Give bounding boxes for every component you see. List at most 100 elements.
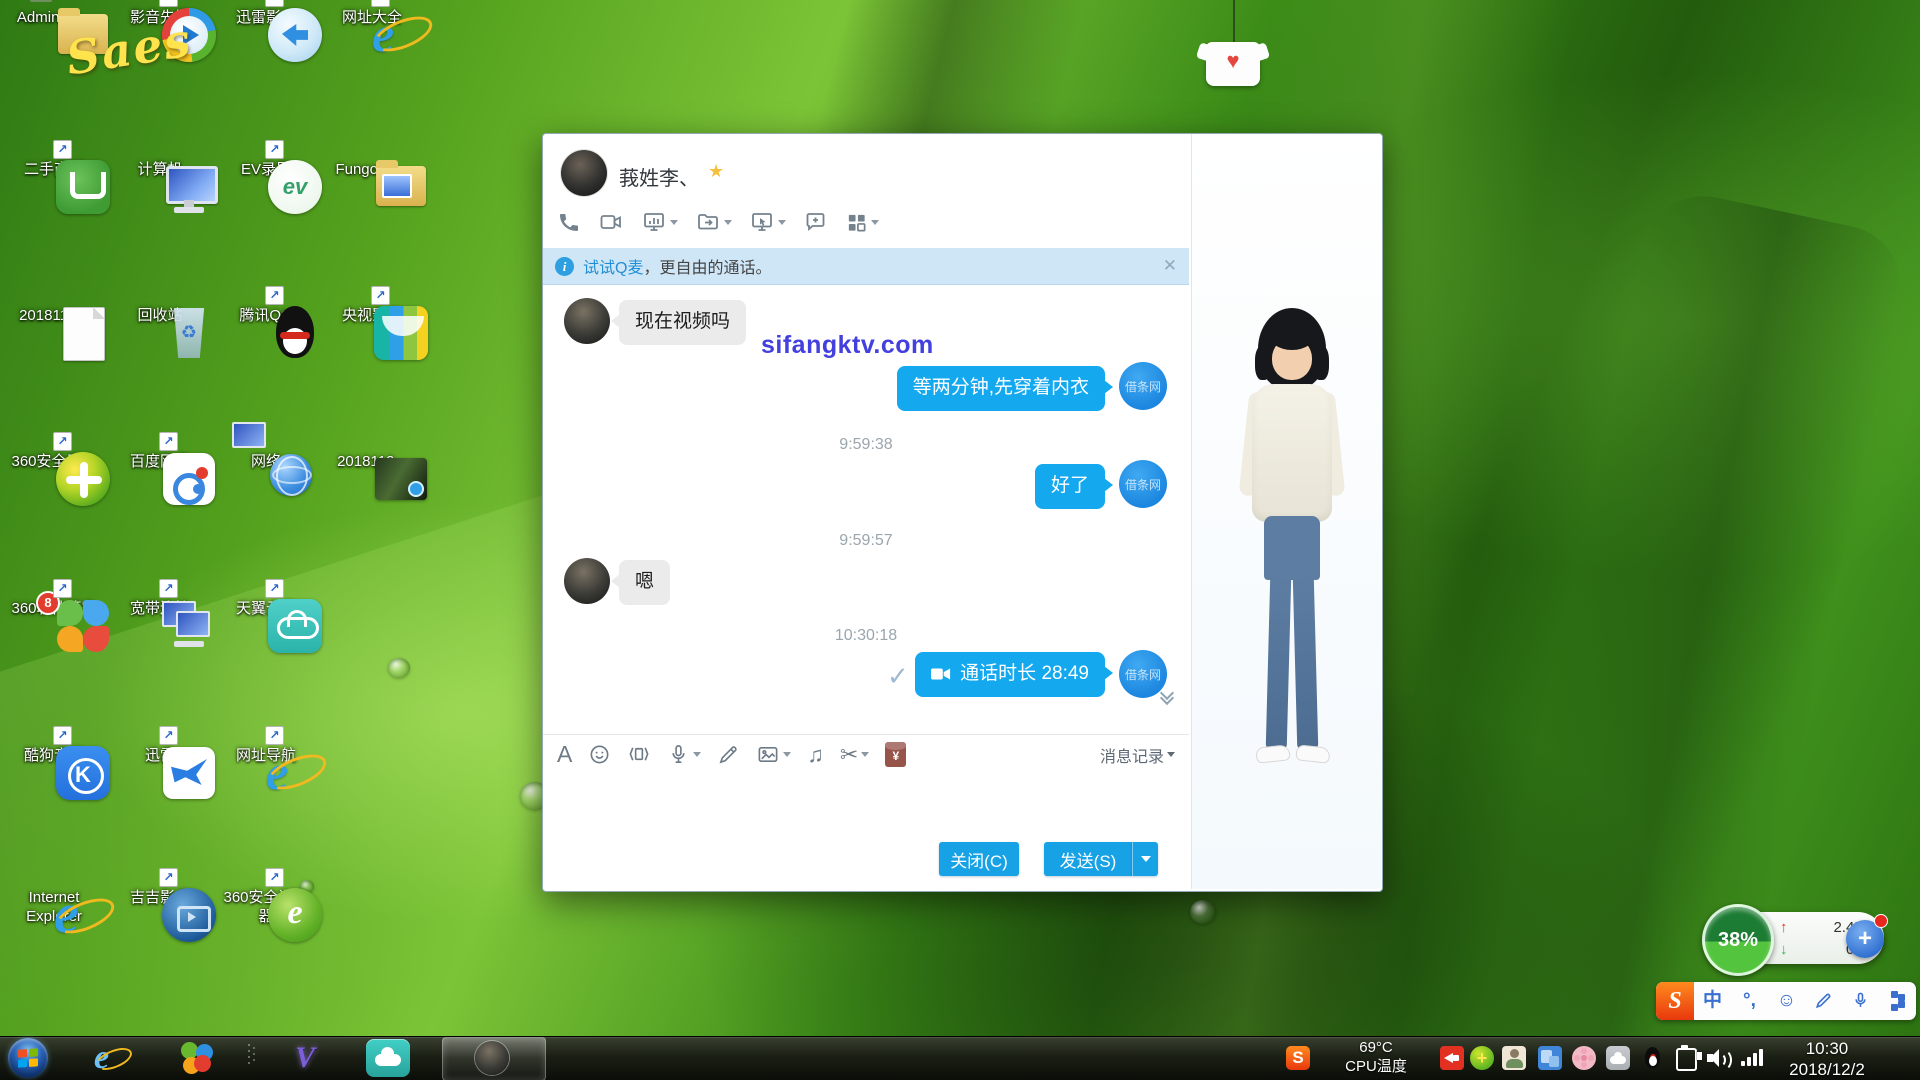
desktop-icon-broadband-connection[interactable]: ↗ 宽带连接 bbox=[110, 597, 210, 619]
camera-icon bbox=[931, 666, 951, 682]
site-watermark: sifangktv.com bbox=[761, 331, 934, 360]
desktop-icon-wangzhidaquan[interactable]: e↗ 网址大全 bbox=[322, 6, 422, 28]
heart-icon: ♥ bbox=[1206, 50, 1260, 72]
apps-grid-button[interactable] bbox=[845, 211, 879, 234]
ime-emoji-button[interactable]: ☺ bbox=[1768, 982, 1805, 1020]
tray-cloud-icon[interactable] bbox=[1606, 1046, 1630, 1070]
font-button[interactable]: A bbox=[557, 741, 572, 768]
send-button[interactable]: 发送(S) bbox=[1044, 842, 1132, 876]
screen-demo-button[interactable] bbox=[641, 210, 678, 234]
ime-punctuation-toggle[interactable]: °, bbox=[1731, 982, 1768, 1020]
peer-avatar[interactable] bbox=[564, 558, 610, 604]
handwriting-button[interactable] bbox=[717, 743, 740, 766]
remote-desktop-button[interactable] bbox=[749, 210, 786, 234]
desktop-icon-xunlei-yingyin[interactable]: ↗ 迅雷影音 bbox=[216, 6, 316, 28]
screenshot-button[interactable]: ✂ bbox=[840, 742, 869, 768]
desktop-icon-wangzhidaohang[interactable]: e↗ 网址导航 bbox=[216, 744, 316, 766]
contact-avatar[interactable] bbox=[561, 150, 607, 196]
vip-star-icon: ★ bbox=[708, 161, 724, 182]
desktop-icon-360-software-manager[interactable]: 8 ↗ 360软件管家 bbox=[4, 597, 104, 619]
taskbar-ie-button[interactable]: e bbox=[94, 1040, 132, 1076]
self-avatar[interactable]: 借条网 bbox=[1119, 460, 1167, 508]
taskbar-active-chat-button[interactable] bbox=[442, 1037, 546, 1080]
taskbar-sogou-browser-button[interactable] bbox=[178, 1040, 216, 1076]
dropdown-caret-icon bbox=[670, 220, 678, 225]
taskbar-tianyi-cloud-button[interactable] bbox=[366, 1039, 410, 1077]
send-file-button[interactable] bbox=[695, 210, 732, 234]
qmic-link[interactable]: 试试Q麦 bbox=[583, 254, 643, 278]
qq-show-panel bbox=[1191, 134, 1381, 889]
voice-message-button[interactable] bbox=[667, 743, 701, 766]
up-arrow-icon: ↑ bbox=[1780, 919, 1788, 936]
image-button[interactable] bbox=[756, 743, 791, 766]
window-shake-button[interactable] bbox=[627, 743, 651, 766]
sogou-logo[interactable]: S bbox=[1656, 982, 1694, 1020]
desktop-icon-jiji-player[interactable]: ↗ 吉吉影音 bbox=[110, 886, 210, 908]
ime-language-toggle[interactable]: 中 bbox=[1694, 982, 1731, 1020]
voice-call-button[interactable] bbox=[557, 210, 581, 234]
desktop-icon-kugou-music[interactable]: ↗ 酷狗音乐 bbox=[4, 744, 104, 766]
message-history-button[interactable]: 消息记录 bbox=[1100, 743, 1175, 767]
close-chat-button[interactable]: 关闭(C) bbox=[939, 842, 1019, 876]
self-avatar[interactable]: 借条网 bbox=[1119, 650, 1167, 698]
tray-removable-device-icon[interactable] bbox=[1676, 1048, 1697, 1071]
video-call-button[interactable] bbox=[598, 210, 624, 234]
message-bubble: 现在视频吗 bbox=[619, 300, 746, 345]
desktop-icon-cctv-video[interactable]: ↗ 央视影音 bbox=[322, 304, 422, 326]
desktop-icon-tianyi-cloud[interactable]: ↗ 天翼云盘 bbox=[216, 597, 316, 619]
down-arrow-icon: ↓ bbox=[1780, 941, 1788, 958]
notice-close-icon[interactable]: ✕ bbox=[1163, 256, 1177, 276]
create-group-button[interactable] bbox=[803, 210, 828, 234]
music-button[interactable]: ♫ bbox=[807, 742, 824, 768]
desktop: ♥ Administr... ↗ 影音先锋 ↗ 迅雷影音 e↗ 网址大全 ↗ 二… bbox=[0, 0, 1920, 1080]
desktop-icon-fungolive[interactable]: FungoLiv... bbox=[322, 158, 422, 180]
desktop-icon-internet-explorer[interactable]: e Internet Explorer bbox=[4, 886, 104, 927]
desktop-icon-ershoushangcheng[interactable]: ↗ 二手商城 bbox=[4, 158, 104, 180]
sogou-ime-bar: S 中 °, ☺ bbox=[1656, 982, 1916, 1020]
red-packet-button[interactable] bbox=[885, 742, 906, 767]
tray-blue-app-icon[interactable] bbox=[1538, 1046, 1562, 1070]
scroll-to-bottom-icon[interactable] bbox=[1161, 688, 1177, 704]
qmic-notice-bar: i 试试Q麦 ，更自由的通话。 ✕ bbox=[543, 248, 1189, 285]
ime-voice-button[interactable] bbox=[1842, 982, 1879, 1020]
desktop-icon-360-browser[interactable]: ↗ 360安全浏览器 bbox=[216, 886, 316, 927]
taskbar-clock[interactable]: 10:30 2018/12/2 bbox=[1762, 1038, 1892, 1080]
self-avatar[interactable]: 借条网 bbox=[1119, 362, 1167, 410]
desktop-icon-administrator[interactable]: Administr... bbox=[4, 6, 104, 28]
desktop-icon-tencent-qq[interactable]: ↗ 腾讯QQ bbox=[216, 304, 316, 326]
input-toolbar: A ♫ ✂ 消息记录 bbox=[543, 734, 1189, 774]
tray-flower-icon[interactable] bbox=[1572, 1046, 1596, 1070]
peer-avatar[interactable] bbox=[564, 298, 610, 344]
desktop-icon-video-2018112[interactable]: 2018112... bbox=[322, 450, 422, 472]
message-bubble: 好了 bbox=[1035, 464, 1105, 509]
desktop-icon-baidu-netdisk[interactable]: ↗ 百度网盘 bbox=[110, 450, 210, 472]
doll-shoe bbox=[1295, 744, 1330, 763]
desktop-icon-document-2018112[interactable]: 2018112... bbox=[4, 304, 104, 326]
tray-user-icon[interactable] bbox=[1502, 1046, 1526, 1070]
desktop-icon-ev-recorder[interactable]: ↗ EV录屏 bbox=[216, 158, 316, 180]
timestamp: 9:59:38 bbox=[543, 436, 1189, 454]
send-options-dropdown[interactable] bbox=[1132, 842, 1158, 876]
tray-volume-icon[interactable] bbox=[1706, 1046, 1732, 1070]
tray-qq-icon[interactable] bbox=[1640, 1046, 1664, 1070]
ime-handwriting-button[interactable] bbox=[1805, 982, 1842, 1020]
desktop-icon-recycle-bin[interactable]: 回收站 bbox=[110, 304, 210, 326]
desktop-icon-computer[interactable]: 计算机 bbox=[110, 158, 210, 180]
timestamp: 10:30:18 bbox=[543, 627, 1189, 645]
tray-announcement-icon[interactable] bbox=[1440, 1046, 1464, 1070]
chat-avatar-icon bbox=[475, 1041, 509, 1075]
tray-sogou-icon[interactable]: S bbox=[1286, 1046, 1310, 1070]
call-record-bubble[interactable]: 通话时长 28:49 bbox=[915, 652, 1105, 697]
qq-chat-window: × 莪姓李、 ★ bbox=[542, 133, 1383, 892]
desktop-icon-360-safe[interactable]: ↗ 360安全卫士 bbox=[4, 450, 104, 472]
shortcut-arrow-icon: ↗ bbox=[159, 0, 178, 7]
desktop-icon-xunlei[interactable]: ↗ 迅雷 bbox=[110, 744, 210, 766]
emoji-button[interactable] bbox=[588, 743, 611, 766]
message-bubble: 等两分钟,先穿着内衣 bbox=[897, 366, 1105, 411]
desktop-icon-network[interactable]: 网络 bbox=[216, 450, 316, 472]
heart-tshirt-gadget[interactable]: ♥ bbox=[1206, 42, 1260, 86]
taskbar-purple-app-button[interactable]: V bbox=[286, 1040, 324, 1076]
memory-usage-ball[interactable]: 38% bbox=[1702, 904, 1774, 976]
start-button[interactable] bbox=[8, 1038, 48, 1078]
tray-360-icon[interactable] bbox=[1470, 1046, 1494, 1070]
